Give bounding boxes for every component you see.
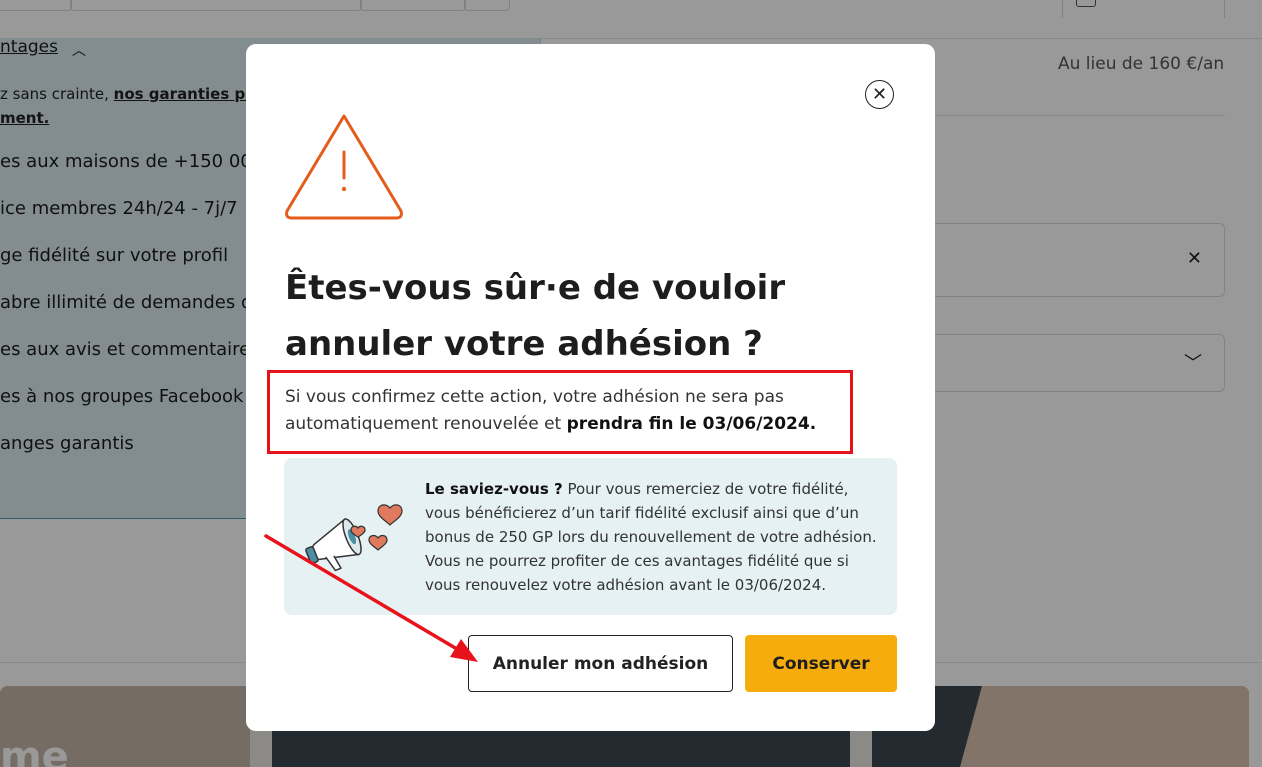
close-button[interactable]: ✕	[865, 80, 894, 109]
highlight-box	[267, 370, 853, 454]
info-callout: Le saviez-vous ? Pour vous remerciez de …	[284, 458, 897, 615]
warning-triangle-icon	[285, 114, 403, 220]
megaphone-hearts-icon	[305, 504, 403, 572]
dialog-title: Êtes-vous sûr·e de vouloir annuler votre…	[285, 268, 786, 364]
close-icon: ✕	[871, 83, 888, 105]
keep-membership-button[interactable]: Conserver	[745, 635, 897, 692]
cancel-membership-dialog: ✕ Êtes-vous sûr·e de vouloir annuler vot…	[246, 44, 935, 731]
cancel-membership-button[interactable]: Annuler mon adhésion	[468, 635, 733, 692]
info-text: Le saviez-vous ? Pour vous remerciez de …	[425, 480, 877, 594]
